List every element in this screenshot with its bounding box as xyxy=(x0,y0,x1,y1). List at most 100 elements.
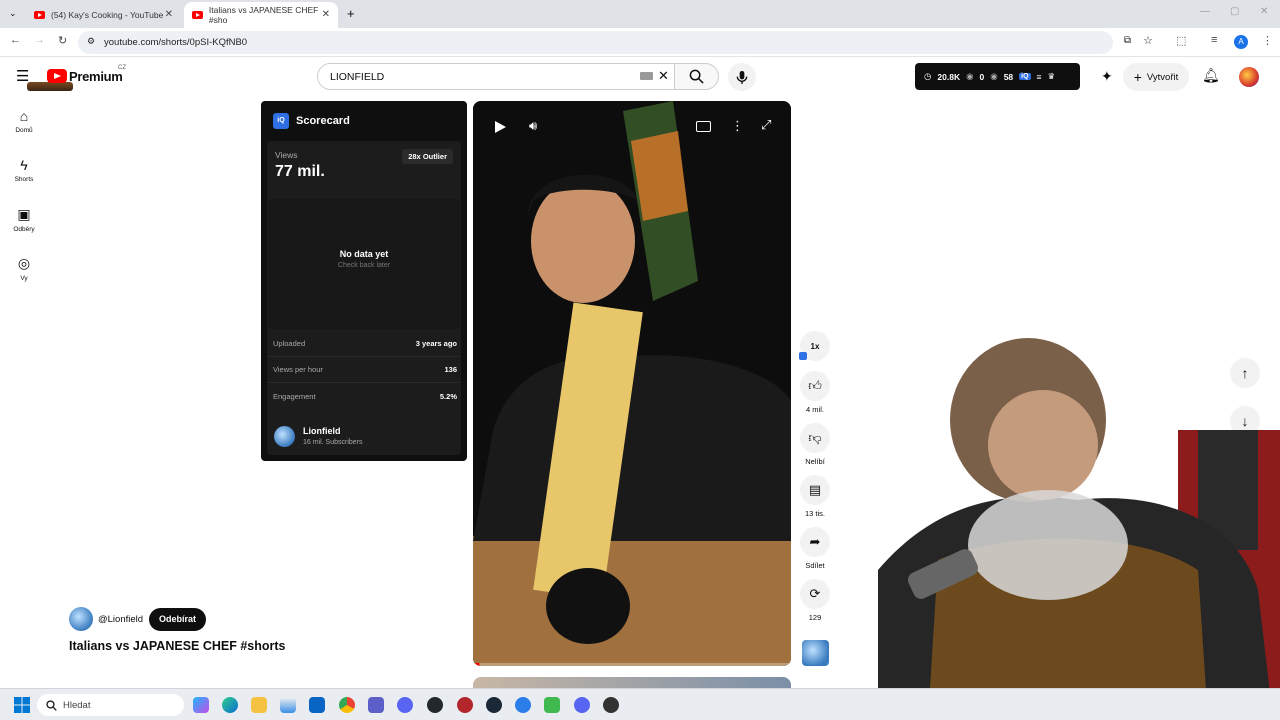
subscribe-button[interactable]: Odebírat xyxy=(149,608,207,631)
search-button[interactable] xyxy=(675,63,719,90)
share-label: Sdílet xyxy=(805,561,825,570)
stat-row-views-per-hour: Views per hour 136 xyxy=(273,365,457,374)
green-app-icon[interactable] xyxy=(544,697,560,713)
like-button[interactable]: 👍︎ 4 mil. xyxy=(799,371,831,414)
play-icon[interactable] xyxy=(495,121,506,133)
windows-taskbar: Hledat xyxy=(0,688,1280,720)
voice-search-button[interactable] xyxy=(728,63,756,91)
webcam-overlay xyxy=(878,330,1280,720)
new-tab-icon[interactable]: + xyxy=(347,6,355,21)
shorts-video-player[interactable]: 🔊︎ ⋮ ⤢ xyxy=(473,101,791,666)
extensions-icon[interactable]: ⬚ xyxy=(1176,34,1186,47)
keyboard-icon[interactable] xyxy=(640,72,653,80)
trophy-icon[interactable]: ♛ xyxy=(1048,71,1056,82)
channel-card[interactable]: Lionfield 16 mil. Subscribers xyxy=(267,417,461,455)
next-video-preview[interactable] xyxy=(473,677,791,688)
search-icon xyxy=(46,699,57,711)
profile-avatar[interactable]: A xyxy=(1234,35,1248,49)
dislike-button[interactable]: 👎︎ Nelíbí xyxy=(799,423,831,466)
clear-search-icon[interactable]: ✕ xyxy=(658,68,669,84)
copilot-icon[interactable] xyxy=(193,697,209,713)
tab-search-icon[interactable]: ⌄ xyxy=(9,8,17,19)
stat-label: Uploaded xyxy=(273,339,306,348)
menu-kebab-icon[interactable]: ⋮ xyxy=(1262,34,1273,47)
media-queue-icon[interactable]: ≡ xyxy=(1211,34,1217,46)
site-info-icon[interactable]: ⚙ xyxy=(87,36,95,47)
channel-handle[interactable]: @Lionfield xyxy=(98,614,143,625)
nav-item-you[interactable]: ◎ Vy xyxy=(6,255,42,282)
edge-icon[interactable] xyxy=(222,697,238,713)
remix-button[interactable]: ⟳ 129 xyxy=(799,579,831,622)
bookmark-star-icon[interactable]: ☆ xyxy=(1143,34,1153,47)
url-field[interactable]: ⚙ youtube.com/shorts/0pSI-KQfNB0 ⧉ ☆ xyxy=(78,31,1153,54)
more-options-icon[interactable]: ⋮ xyxy=(731,118,744,134)
steam-icon[interactable] xyxy=(486,697,502,713)
restore-icon[interactable]: ▢ xyxy=(1230,6,1239,17)
browser-tab-bar: ⌄ (54) Kay's Cooking - YouTube ✕ Italian… xyxy=(0,0,1280,28)
outlook-icon[interactable] xyxy=(309,697,325,713)
tab-italians-vs-japanese[interactable]: Italians vs JAPANESE CHEF #sho ✕ xyxy=(184,2,338,28)
microphone-icon xyxy=(736,70,748,84)
back-icon[interactable]: ← xyxy=(10,34,21,46)
views-label: Views xyxy=(275,150,298,160)
blue-app-icon[interactable] xyxy=(515,697,531,713)
file-explorer-icon[interactable] xyxy=(251,697,267,713)
volume-icon[interactable]: 🔊︎ xyxy=(529,118,537,134)
stats-views: 20.8K xyxy=(937,71,961,82)
dislike-label: Nelíbí xyxy=(805,457,825,466)
views-card: Views 77 mil. 28x Outlier No data yet Ch… xyxy=(267,141,461,421)
wordpress-icon[interactable] xyxy=(427,697,443,713)
webcam-image xyxy=(878,338,1280,720)
install-app-icon[interactable]: ⧉ xyxy=(1124,35,1131,46)
ai-sparkle-icon[interactable]: ✦ xyxy=(1101,68,1113,85)
iq-badge-icon xyxy=(799,352,807,360)
game-app-icon[interactable] xyxy=(457,697,473,713)
youtube-header: ☰ Premium CZ LIONFIELD ✕ ◷ 20.8K ◉ 0 ◉ 5… xyxy=(0,57,1280,97)
iq-logo-icon: iQ xyxy=(273,113,289,129)
notifications-bell-icon[interactable]: 🔔︎ xyxy=(1202,67,1220,84)
logo-play-icon xyxy=(54,73,61,79)
chart-placeholder: No data yet Check back later xyxy=(267,199,461,329)
share-button[interactable]: ➦ Sdílet xyxy=(799,527,831,570)
channel-avatar[interactable] xyxy=(69,607,93,631)
discord-alt-icon[interactable] xyxy=(397,697,413,713)
comments-button[interactable]: ▤ 13 tis. xyxy=(799,475,831,518)
sound-thumbnail[interactable] xyxy=(802,640,829,666)
window-close-icon[interactable]: ✕ xyxy=(1260,6,1268,17)
store-icon[interactable] xyxy=(280,697,296,713)
reload-icon[interactable]: ↻ xyxy=(58,34,67,47)
chrome-icon[interactable] xyxy=(339,697,355,713)
stat-row-engagement: Engagement 5.2% xyxy=(273,392,457,401)
iq-icon[interactable]: iQ xyxy=(1019,73,1031,80)
youtube-favicon-icon xyxy=(192,11,203,19)
create-button[interactable]: + Vytvořit xyxy=(1123,63,1189,91)
minimize-icon[interactable]: — xyxy=(1200,6,1210,17)
nav-item-shorts[interactable]: ϟ Shorts xyxy=(6,157,42,183)
discord-icon[interactable] xyxy=(574,697,590,713)
tab-title: (54) Kay's Cooking - YouTube xyxy=(51,10,164,20)
taskbar-search[interactable]: Hledat xyxy=(37,694,184,716)
tab-kays-cooking[interactable]: (54) Kay's Cooking - YouTube ✕ xyxy=(26,2,181,28)
create-label: Vytvořit xyxy=(1146,71,1179,83)
wooden-table xyxy=(473,536,791,666)
search-value: LIONFIELD xyxy=(330,70,385,83)
fullscreen-icon[interactable]: ⤢ xyxy=(761,117,771,133)
close-tab-icon[interactable]: ✕ xyxy=(165,9,173,20)
extension-stats-bar[interactable]: ◷ 20.8K ◉ 0 ◉ 58 iQ ≡ ♛ xyxy=(915,63,1080,90)
nav-item-home[interactable]: ⌂ Domů xyxy=(6,108,42,134)
windows-start-icon[interactable] xyxy=(14,697,30,713)
account-avatar[interactable] xyxy=(1239,67,1259,87)
nav-item-subscriptions[interactable]: ▣ Odběry xyxy=(6,206,42,233)
taskbar-search-placeholder: Hledat xyxy=(63,699,91,711)
list-icon[interactable]: ≡ xyxy=(1037,72,1042,82)
forward-icon[interactable]: → xyxy=(34,34,45,46)
close-tab-icon[interactable]: ✕ xyxy=(322,9,330,20)
captions-icon[interactable] xyxy=(696,121,711,132)
nav-label: Shorts xyxy=(14,176,34,183)
youtube-premium-logo[interactable]: Premium CZ xyxy=(27,65,127,91)
search-input[interactable]: LIONFIELD ✕ xyxy=(317,63,675,90)
teams-icon[interactable] xyxy=(368,697,384,713)
stat-value: 3 years ago xyxy=(415,339,457,348)
divider xyxy=(269,356,459,357)
obs-icon[interactable] xyxy=(603,697,619,713)
